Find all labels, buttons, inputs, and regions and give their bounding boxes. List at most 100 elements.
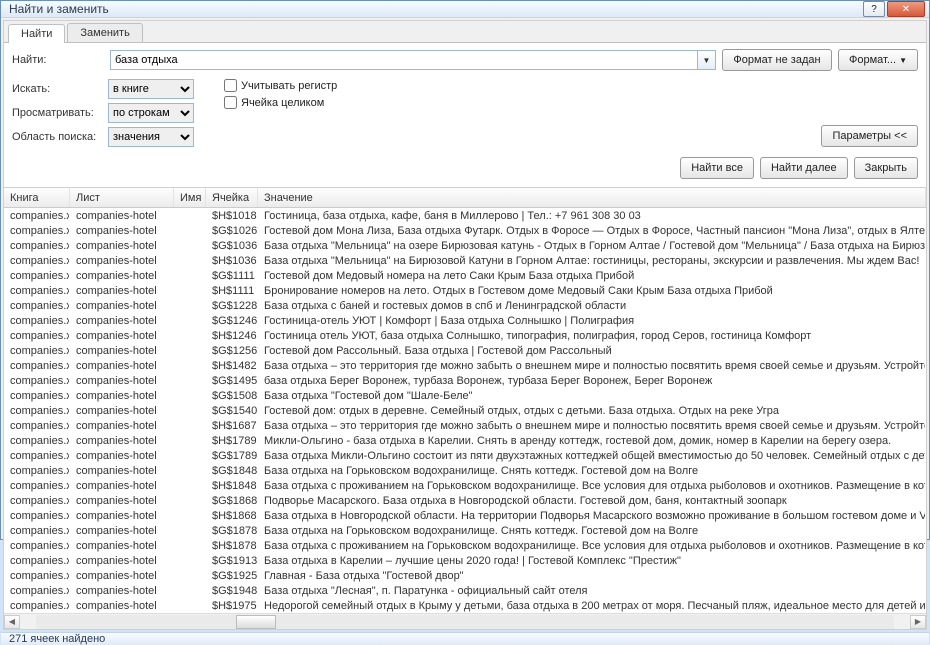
cell-book: companies.xlsx [4,523,70,538]
table-row[interactable]: companies.xlsxcompanies-hotel$H$1482База… [4,358,926,373]
cell-name [174,418,206,433]
look-select[interactable]: по строкам [108,103,194,123]
table-row[interactable]: companies.xlsxcompanies-hotel$H$1111Брон… [4,283,926,298]
cell-book: companies.xlsx [4,463,70,478]
table-row[interactable]: companies.xlsxcompanies-hotel$G$1026Гост… [4,223,926,238]
format-button[interactable]: Формат... ▼ [838,49,918,71]
match-case-input[interactable] [224,79,237,92]
help-button[interactable]: ? [863,1,885,17]
search-in-label: Искать: [12,83,104,95]
table-row[interactable]: companies.xlsxcompanies-hotel$H$1975Недо… [4,598,926,613]
cell-name [174,508,206,523]
close-window-button[interactable]: ✕ [887,1,925,17]
cell-book: companies.xlsx [4,598,70,613]
cell-sheet: companies-hotel [70,478,174,493]
find-replace-dialog: Найти и заменить ? ✕ Найти Заменить Найт… [0,0,930,540]
col-sheet[interactable]: Лист [70,188,174,207]
cell-value: База отдыха с проживанием на Горьковском… [258,478,926,493]
titlebar[interactable]: Найти и заменить ? ✕ [1,1,929,18]
find-next-button[interactable]: Найти далее [760,157,848,179]
match-case-checkbox[interactable]: Учитывать регистр [224,79,337,92]
col-book[interactable]: Книга [4,188,70,207]
table-row[interactable]: companies.xlsxcompanies-hotel$G$1256Гост… [4,343,926,358]
cell-ref: $G$1540 [206,403,258,418]
cell-ref: $G$1878 [206,523,258,538]
cell-ref: $H$1848 [206,478,258,493]
cell-book: companies.xlsx [4,388,70,403]
cell-ref: $H$1036 [206,253,258,268]
find-combobox[interactable]: ▼ [110,50,716,70]
table-row[interactable]: companies.xlsxcompanies-hotel$G$1848База… [4,463,926,478]
cell-sheet: companies-hotel [70,493,174,508]
cell-sheet: companies-hotel [70,298,174,313]
find-dropdown-icon[interactable]: ▼ [698,50,716,70]
table-row[interactable]: companies.xlsxcompanies-hotel $H$1848База… [4,478,926,493]
table-row[interactable]: companies.xlsxcompanies-hotel$H$1687База… [4,418,926,433]
table-row[interactable]: companies.xlsxcompanies-hotel$G$1868Подв… [4,493,926,508]
table-row[interactable]: companies.xlsxcompanies-hotel$G$1246Гост… [4,313,926,328]
grid-body[interactable]: companies.xlsxcompanies-hotel$H$1018Гост… [4,208,926,613]
cell-book: companies.xlsx [4,583,70,598]
cell-ref: $H$1111 [206,283,258,298]
cell-sheet: companies-hotel [70,598,174,613]
table-row[interactable]: companies.xlsxcompanies-hotel$H$1246Гост… [4,328,926,343]
col-value[interactable]: Значение [258,188,926,207]
table-row[interactable]: companies.xlsxcompanies-hotel$G$1540Гост… [4,403,926,418]
cell-sheet: companies-hotel [70,238,174,253]
tab-replace[interactable]: Заменить [67,23,142,42]
cell-book: companies.xlsx [4,478,70,493]
scroll-left-icon[interactable]: ◀ [4,615,20,629]
cell-ref: $G$1925 [206,568,258,583]
cell-name [174,328,206,343]
cell-ref: $G$1868 [206,493,258,508]
cell-ref: $G$1246 [206,313,258,328]
table-row[interactable]: companies.xlsxcompanies-hotel$H$1036База… [4,253,926,268]
cell-value: Подворье Масарского. База отдыха в Новго… [258,493,926,508]
whole-cell-checkbox[interactable]: Ячейка целиком [224,96,337,109]
cell-ref: $G$1495 [206,373,258,388]
table-row[interactable]: companies.xlsxcompanies-hotel$H$1018Гост… [4,208,926,223]
table-row[interactable]: companies.xlsxcompanies-hotel$G$1789База… [4,448,926,463]
col-cell[interactable]: Ячейка [206,188,258,207]
close-button[interactable]: Закрыть [854,157,918,179]
cell-book: companies.xlsx [4,343,70,358]
format-not-set-button[interactable]: Формат не задан [722,49,832,71]
search-in-select[interactable]: в книге [108,79,194,99]
find-input[interactable] [110,50,698,70]
parameters-button[interactable]: Параметры << [821,125,918,147]
scroll-right-icon[interactable]: ▶ [910,615,926,629]
horizontal-scrollbar[interactable]: ◀ ▶ [4,613,926,629]
table-row[interactable]: companies.xlsxcompanies-hotel$G$1111Гост… [4,268,926,283]
cell-sheet: companies-hotel [70,388,174,403]
col-name[interactable]: Имя [174,188,206,207]
cell-value: База отдыха с проживанием на Горьковском… [258,538,926,553]
table-row[interactable]: companies.xlsxcompanies-hotel$G$1228База… [4,298,926,313]
cell-sheet: companies-hotel [70,373,174,388]
table-row[interactable]: companies.xlsxcompanies-hotel$G$1948База… [4,583,926,598]
find-all-button[interactable]: Найти все [680,157,754,179]
table-row[interactable]: companies.xlsxcompanies-hotel$H$1789Микл… [4,433,926,448]
table-row[interactable]: companies.xlsxcompanies-hotel$G$1913База… [4,553,926,568]
table-row[interactable]: companies.xlsxcompanies-hotel$H$1868База… [4,508,926,523]
cell-sheet: companies-hotel [70,418,174,433]
tab-find[interactable]: Найти [8,24,65,43]
cell-value: Гостевой дом Мона Лиза, База отдыха Фута… [258,223,926,238]
grid-header[interactable]: Книга Лист Имя Ячейка Значение [4,188,926,208]
table-row[interactable]: companies.xlsxcompanies-hotel$H$1878База… [4,538,926,553]
cell-name [174,493,206,508]
scroll-track[interactable] [36,615,894,629]
table-row[interactable]: companies.xlsxcompanies-hotel$G$1495база… [4,373,926,388]
cell-name [174,598,206,613]
cell-value: База отдыха в Новгородской области. На т… [258,508,926,523]
table-row[interactable]: companies.xlsxcompanies-hotel$G$1878База… [4,523,926,538]
whole-cell-input[interactable] [224,96,237,109]
table-row[interactable]: companies.xlsxcompanies-hotel$G$1508База… [4,388,926,403]
cell-ref: $G$1036 [206,238,258,253]
cell-name [174,553,206,568]
scroll-thumb[interactable] [236,615,276,629]
area-select[interactable]: значения [108,127,194,147]
table-row[interactable]: companies.xlsxcompanies-hotel$G$1925Глав… [4,568,926,583]
cell-book: companies.xlsx [4,238,70,253]
table-row[interactable]: companies.xlsxcompanies-hotel$G$1036База… [4,238,926,253]
cell-name [174,448,206,463]
